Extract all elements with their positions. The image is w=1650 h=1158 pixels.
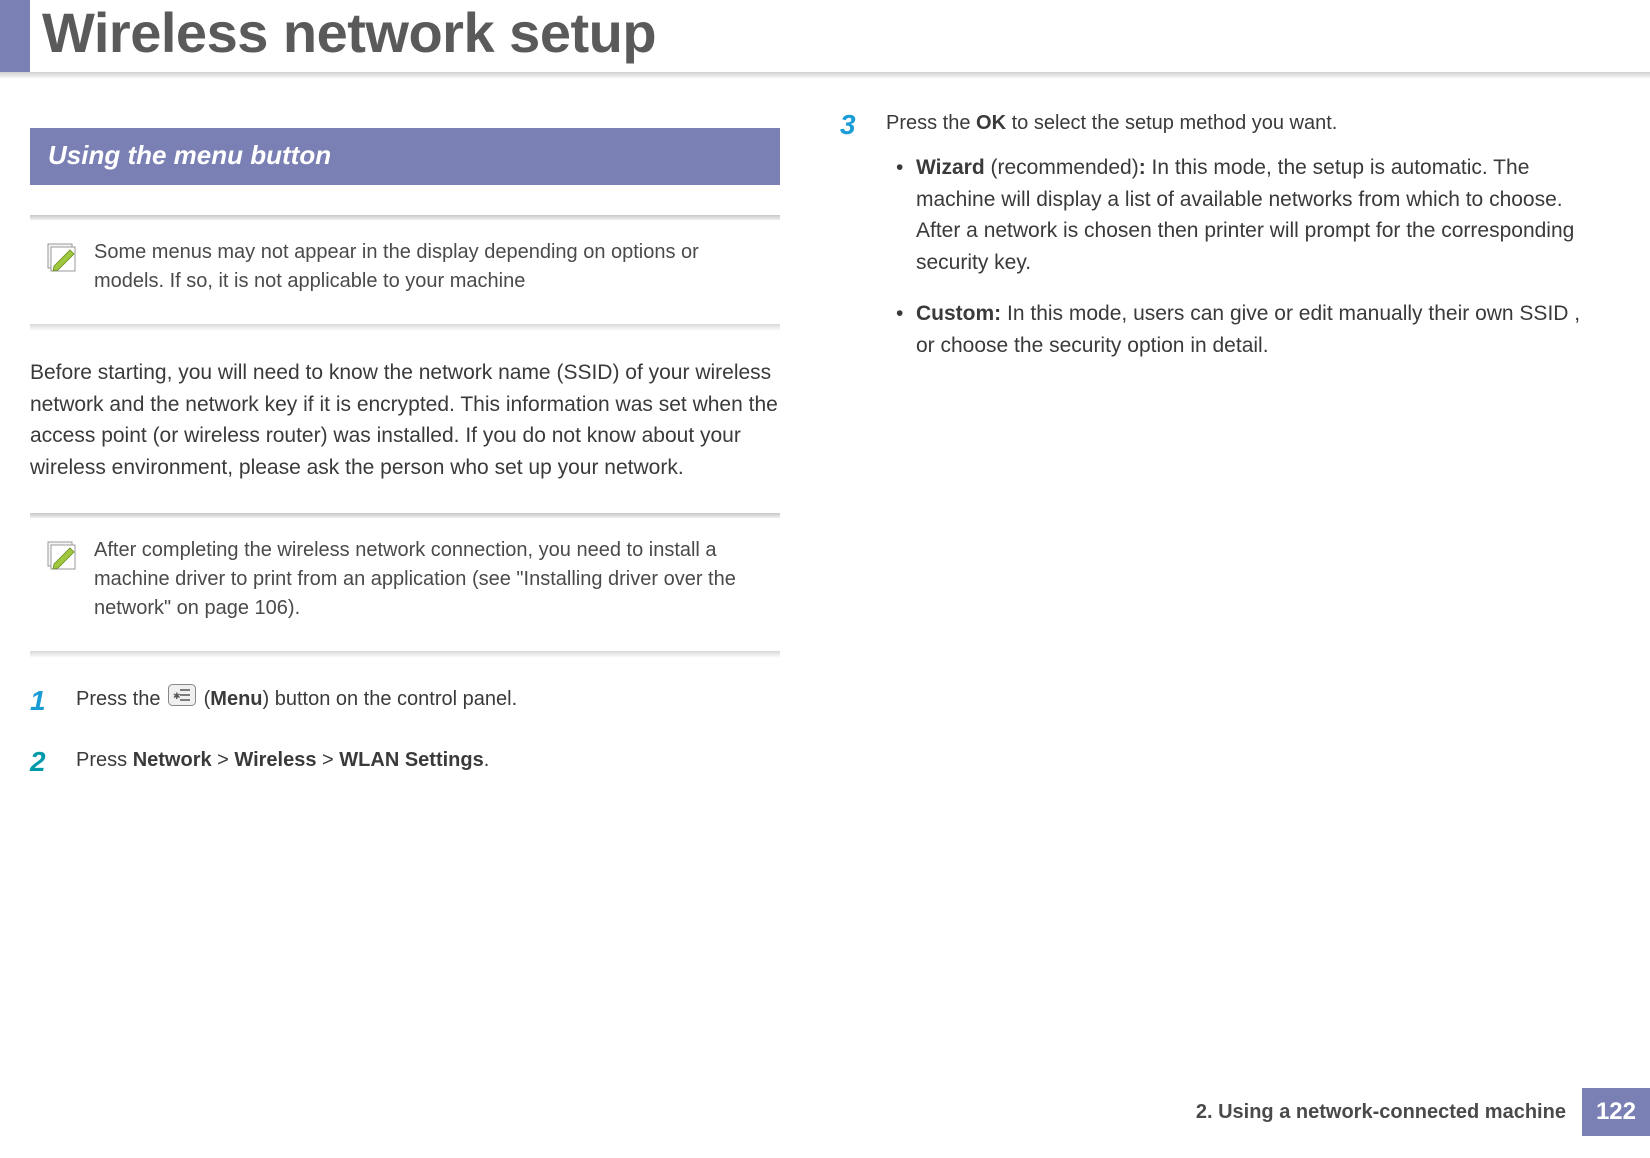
header-accent-bar	[0, 0, 30, 72]
bullet-content: Wizard (recommended): In this mode, the …	[916, 152, 1590, 278]
step-text-bold: WLAN Settings	[339, 749, 483, 771]
pencil-note-icon	[44, 238, 78, 272]
bullet-marker: •	[886, 152, 916, 184]
note-box-menus: Some menus may not appear in the display…	[30, 224, 780, 310]
left-column: Using the menu button Some menus may not…	[30, 108, 780, 806]
step-list-left: 1 Press the ✱ (Menu) button on the contr…	[30, 684, 780, 778]
note-divider	[30, 324, 780, 331]
bullet-marker: •	[886, 298, 916, 330]
svg-text:✱: ✱	[173, 691, 181, 701]
page-header: Wireless network setup	[0, 0, 1650, 78]
right-column: 3 Press the OK to select the setup metho…	[840, 108, 1590, 806]
bullet-bold: :	[1139, 156, 1146, 179]
step-text: Press the	[886, 112, 976, 134]
step-number: 3	[840, 108, 886, 141]
step-text: ) button on the control panel.	[263, 688, 518, 710]
bullet-custom: • Custom: In this mode, users can give o…	[886, 298, 1590, 361]
step-text: to select the setup method you want.	[1006, 112, 1337, 134]
note-text: Some menus may not appear in the display…	[94, 241, 699, 292]
page-title: Wireless network setup	[42, 0, 656, 65]
menu-button-icon: ✱	[168, 684, 196, 715]
bullet-content: Custom: In this mode, users can give or …	[916, 298, 1590, 361]
bullet-bold: Wizard	[916, 156, 985, 179]
note-divider	[30, 513, 780, 518]
step-text-bold: Menu	[210, 688, 262, 710]
step-text: >	[316, 749, 339, 771]
step-text: Press	[76, 749, 133, 771]
step-text-bold: Wireless	[234, 749, 316, 771]
bullet-bold: Custom:	[916, 302, 1001, 325]
step-text: Press the	[76, 688, 166, 710]
step-2: 2 Press Network > Wireless > WLAN Settin…	[30, 745, 780, 778]
step-text-bold: OK	[976, 112, 1006, 134]
step-1: 1 Press the ✱ (Menu) button on the contr…	[30, 684, 780, 717]
header-divider	[0, 72, 1650, 78]
step-number: 2	[30, 745, 76, 778]
bullet-list: • Wizard (recommended): In this mode, th…	[886, 152, 1590, 361]
pencil-note-icon	[44, 536, 78, 570]
section-heading: Using the menu button	[30, 128, 780, 185]
step-content: Press the OK to select the setup method …	[886, 108, 1590, 381]
intro-paragraph: Before starting, you will need to know t…	[30, 357, 780, 483]
step-list-right: 3 Press the OK to select the setup metho…	[840, 108, 1590, 381]
step-content: Press Network > Wireless > WLAN Settings…	[76, 745, 780, 775]
content-area: Using the menu button Some menus may not…	[0, 78, 1650, 806]
note-divider	[30, 215, 780, 220]
page-footer: 2. Using a network-connected machine 122	[1196, 1088, 1650, 1136]
step-text: .	[484, 749, 490, 771]
note-text: After completing the wireless network co…	[94, 539, 736, 619]
step-number: 1	[30, 684, 76, 717]
footer-chapter: 2. Using a network-connected machine	[1196, 1101, 1566, 1124]
step-content: Press the ✱ (Menu) button on the control…	[76, 684, 780, 715]
step-3: 3 Press the OK to select the setup metho…	[840, 108, 1590, 381]
footer-page-number: 122	[1582, 1088, 1650, 1136]
bullet-text: (recommended)	[985, 156, 1139, 179]
note-box-driver: After completing the wireless network co…	[30, 522, 780, 637]
step-text: >	[212, 749, 235, 771]
bullet-text: In this mode, users can give or edit man…	[916, 302, 1580, 357]
note-divider	[30, 651, 780, 658]
bullet-wizard: • Wizard (recommended): In this mode, th…	[886, 152, 1590, 278]
step-text-bold: Network	[133, 749, 212, 771]
